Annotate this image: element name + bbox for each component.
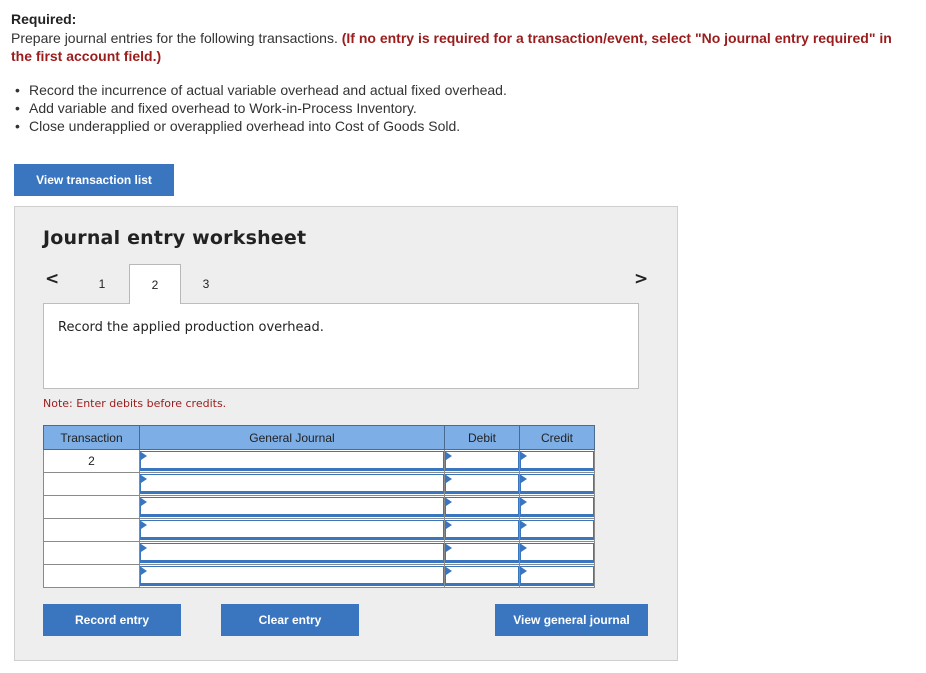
table-row: [43, 495, 595, 519]
requirement-list: Record the incurrence of actual variable…: [11, 81, 507, 135]
col-credit: Credit: [519, 425, 595, 450]
journal-entry-worksheet-panel: Journal entry worksheet < 1 2 3 > Record…: [14, 206, 678, 661]
account-cell[interactable]: [139, 472, 445, 496]
instructions-text: Prepare journal entries for the followin…: [11, 29, 911, 65]
account-input[interactable]: [140, 497, 444, 517]
account-cell[interactable]: [139, 495, 445, 519]
account-input[interactable]: [140, 543, 444, 563]
view-transaction-list-button[interactable]: View transaction list: [14, 164, 174, 196]
credit-input[interactable]: [520, 520, 594, 540]
credit-input[interactable]: [520, 474, 594, 494]
credit-cell[interactable]: [519, 564, 595, 588]
journal-table: Transaction General Journal Debit Credit…: [43, 425, 595, 588]
table-row: [43, 541, 595, 565]
account-cell[interactable]: [139, 541, 445, 565]
account-cell[interactable]: [139, 564, 445, 588]
transaction-cell: 2: [43, 449, 140, 473]
credit-input[interactable]: [520, 497, 594, 517]
clear-entry-button[interactable]: Clear entry: [221, 604, 359, 636]
record-entry-button[interactable]: Record entry: [43, 604, 181, 636]
requirement-item: Add variable and fixed overhead to Work-…: [11, 99, 507, 117]
transaction-cell: [43, 564, 140, 588]
credit-cell[interactable]: [519, 495, 595, 519]
table-row: [43, 518, 595, 542]
debit-input[interactable]: [445, 543, 519, 563]
debit-input[interactable]: [445, 566, 519, 586]
prev-arrow-icon[interactable]: <: [45, 269, 59, 289]
transaction-cell: [43, 472, 140, 496]
worksheet-title: Journal entry worksheet: [43, 227, 307, 249]
transaction-description-box: Record the applied production overhead.: [43, 303, 639, 389]
debit-input[interactable]: [445, 520, 519, 540]
debit-cell[interactable]: [444, 495, 520, 519]
debit-cell[interactable]: [444, 564, 520, 588]
account-input[interactable]: [140, 474, 444, 494]
credit-input[interactable]: [520, 566, 594, 586]
table-row: [43, 564, 595, 588]
col-general-journal: General Journal: [139, 425, 445, 450]
instructions-intro: Prepare journal entries for the followin…: [11, 30, 338, 46]
credit-cell[interactable]: [519, 449, 595, 473]
tab-2[interactable]: 2: [129, 264, 181, 304]
transaction-cell: [43, 518, 140, 542]
credit-cell[interactable]: [519, 541, 595, 565]
debit-input[interactable]: [445, 497, 519, 517]
debit-input[interactable]: [445, 451, 519, 471]
account-cell[interactable]: [139, 449, 445, 473]
next-arrow-icon[interactable]: >: [634, 269, 648, 289]
account-input[interactable]: [140, 520, 444, 540]
transaction-description: Record the applied production overhead.: [58, 320, 324, 335]
account-input[interactable]: [140, 451, 444, 471]
debit-cell[interactable]: [444, 541, 520, 565]
table-row: [43, 472, 595, 496]
credit-input[interactable]: [520, 451, 594, 471]
debit-cell[interactable]: [444, 518, 520, 542]
tab-3[interactable]: 3: [181, 265, 231, 303]
required-heading: Required:: [11, 11, 77, 27]
col-debit: Debit: [444, 425, 520, 450]
debit-cell[interactable]: [444, 449, 520, 473]
view-general-journal-button[interactable]: View general journal: [495, 604, 648, 636]
table-row: 2: [43, 449, 595, 473]
account-cell[interactable]: [139, 518, 445, 542]
credit-cell[interactable]: [519, 518, 595, 542]
transaction-cell: [43, 541, 140, 565]
requirement-item: Record the incurrence of actual variable…: [11, 81, 507, 99]
tab-1[interactable]: 1: [77, 265, 127, 303]
debit-credit-note: Note: Enter debits before credits.: [43, 397, 227, 410]
transaction-cell: [43, 495, 140, 519]
col-transaction: Transaction: [43, 425, 140, 450]
debit-input[interactable]: [445, 474, 519, 494]
requirement-item: Close underapplied or overapplied overhe…: [11, 117, 507, 135]
account-input[interactable]: [140, 566, 444, 586]
debit-cell[interactable]: [444, 472, 520, 496]
credit-input[interactable]: [520, 543, 594, 563]
credit-cell[interactable]: [519, 472, 595, 496]
